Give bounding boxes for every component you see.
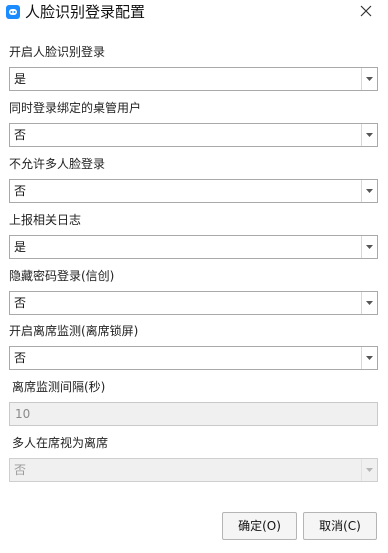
bind-desktop-user-label: 同时登录绑定的桌管用户: [9, 101, 142, 115]
away-monitor-label: 开启离席监测(离席锁屏): [9, 324, 139, 338]
close-icon: [360, 5, 372, 17]
app-icon: [6, 5, 20, 19]
monitor-interval-value: 10: [15, 407, 31, 421]
report-logs-select[interactable]: 是: [9, 235, 378, 259]
dropdown-arrow[interactable]: [361, 180, 377, 202]
multi-person-away-label: 多人在席视为离席: [12, 436, 109, 450]
chevron-down-icon: [366, 189, 373, 193]
dropdown-arrow[interactable]: [361, 459, 377, 481]
face-login-select[interactable]: 是: [9, 67, 378, 91]
cancel-button[interactable]: 取消(C): [303, 512, 377, 540]
monitor-interval-input[interactable]: 10: [9, 402, 378, 426]
dropdown-arrow[interactable]: [361, 236, 377, 258]
chevron-down-icon: [366, 468, 373, 472]
close-button[interactable]: [356, 3, 376, 21]
chevron-down-icon: [366, 356, 373, 360]
chevron-down-icon: [366, 245, 373, 249]
away-monitor-select[interactable]: 否: [9, 346, 378, 370]
away-monitor-value: 否: [14, 351, 27, 365]
dropdown-arrow[interactable]: [361, 124, 377, 146]
report-logs-label: 上报相关日志: [9, 213, 82, 227]
chevron-down-icon: [366, 301, 373, 305]
report-logs-value: 是: [14, 240, 27, 254]
window-title: 人脸识别登录配置: [25, 3, 146, 21]
ok-button[interactable]: 确定(O): [222, 512, 297, 540]
dropdown-arrow[interactable]: [361, 68, 377, 90]
title-bar: 人脸识别登录配置: [0, 0, 388, 26]
hide-password-login-select[interactable]: 否: [9, 291, 378, 315]
hide-password-login-label: 隐藏密码登录(信创): [9, 269, 115, 283]
hide-password-login-value: 否: [14, 296, 27, 310]
chevron-down-icon: [366, 77, 373, 81]
monitor-interval-label: 离席监测间隔(秒): [12, 380, 106, 394]
disallow-multi-face-label: 不允许多人脸登录: [9, 157, 106, 171]
bind-desktop-user-value: 否: [14, 128, 27, 142]
dropdown-arrow[interactable]: [361, 292, 377, 314]
dropdown-arrow[interactable]: [361, 347, 377, 369]
disallow-multi-face-select[interactable]: 否: [9, 179, 378, 203]
face-login-label: 开启人脸识别登录: [9, 45, 106, 59]
multi-person-away-value: 否: [14, 463, 27, 477]
disallow-multi-face-value: 否: [14, 184, 27, 198]
face-login-value: 是: [14, 72, 27, 86]
multi-person-away-select[interactable]: 否: [9, 458, 378, 482]
chevron-down-icon: [366, 133, 373, 137]
bind-desktop-user-select[interactable]: 否: [9, 123, 378, 147]
